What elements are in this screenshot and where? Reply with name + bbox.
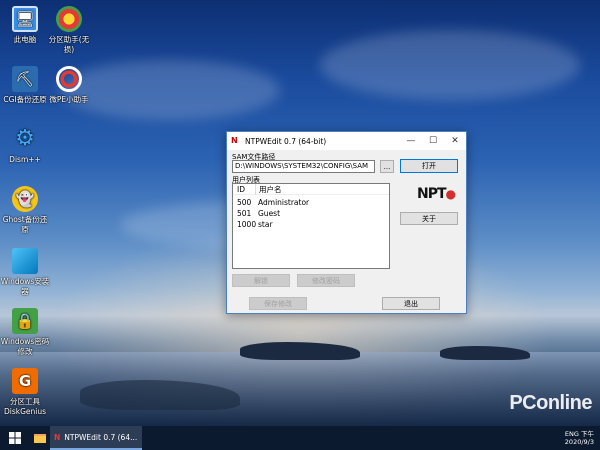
about-button[interactable]: 关于 — [400, 212, 458, 225]
desktop-icon-label: 分区助手(无损) — [48, 35, 90, 54]
desktop-icon-label: Dism++ — [9, 155, 41, 164]
rock — [440, 346, 530, 360]
file-explorer-taskbar-button[interactable] — [30, 426, 50, 450]
rock — [240, 342, 360, 360]
table-row[interactable]: 1000 star — [233, 219, 389, 230]
desktop-icon-label: Ghost备份还原 — [2, 215, 48, 234]
padlock-icon: 🔒 — [12, 308, 38, 334]
folder-icon — [34, 433, 46, 443]
window-titlebar[interactable]: N NTPWEdit 0.7 (64-bit) — ☐ ✕ — [227, 132, 466, 150]
ntpwedit-logo: NPT● — [417, 186, 457, 202]
clock-time[interactable]: 下午 — [581, 430, 594, 438]
windows-installer-icon — [12, 248, 38, 274]
desktop-icon-partition-assistant[interactable]: 分区助手(无损) — [44, 6, 94, 55]
taskbar: N NTPWEdit 0.7 (64... ENG 下午 2020/9/3 — [0, 426, 600, 450]
desktop-icon-dism[interactable]: ⚙ Dism++ — [0, 126, 50, 165]
desktop-icon-this-pc[interactable]: 🖥 此电脑 — [0, 6, 50, 45]
start-button[interactable] — [0, 426, 30, 450]
taskbar-item-label: NTPWEdit 0.7 (64... — [64, 432, 138, 442]
needle-icon: ● — [445, 187, 457, 201]
column-id[interactable]: ID — [233, 185, 255, 194]
minimize-icon[interactable]: — — [400, 132, 422, 150]
change-password-button[interactable]: 修改密码 — [297, 274, 355, 287]
user-id: 501 — [237, 209, 252, 218]
column-username[interactable]: 用户名 — [255, 183, 389, 195]
clock-date[interactable]: 2020/9/3 — [565, 438, 594, 446]
watermark: PConline — [509, 392, 592, 414]
unlock-button[interactable]: 解锁 — [232, 274, 290, 287]
close-icon[interactable]: ✕ — [444, 132, 466, 150]
logo-text: NPT — [417, 186, 447, 202]
windows-logo-icon — [9, 432, 21, 444]
computer-icon: 🖥 — [12, 6, 38, 32]
cloud — [320, 30, 580, 100]
user-name: star — [258, 220, 273, 229]
desktop-icon-cgi-backup[interactable]: ⛏ CGI备份还原 — [0, 66, 50, 105]
table-row[interactable]: 501 Guest — [233, 208, 389, 219]
cgi-backup-icon: ⛏ — [12, 66, 38, 92]
user-id: 500 — [237, 198, 252, 207]
desktop-icon-diskgenius[interactable]: G 分区工具DiskGenius — [0, 368, 50, 417]
partition-assistant-icon — [56, 6, 82, 32]
ntpwedit-window[interactable]: N NTPWEdit 0.7 (64-bit) — ☐ ✕ SAM文件路径 D:… — [226, 131, 467, 314]
ntpwedit-app-icon: N — [54, 432, 61, 442]
browse-button[interactable]: ... — [380, 160, 394, 173]
desktop-icon-ghost[interactable]: 👻 Ghost备份还原 — [0, 186, 50, 235]
ime-indicator[interactable]: ENG — [565, 430, 579, 438]
table-row[interactable]: 500 Administrator — [233, 197, 389, 208]
desktop-icon-pe-helper[interactable]: 微PE小助手 — [44, 66, 94, 105]
window-title: NTPWEdit 0.7 (64-bit) — [245, 136, 327, 146]
taskbar-item-ntpwedit[interactable]: N NTPWEdit 0.7 (64... — [50, 426, 142, 450]
desktop-icon-label: 微PE小助手 — [49, 95, 89, 104]
gears-icon: ⚙ — [15, 126, 35, 151]
user-name: Administrator — [258, 198, 310, 207]
user-list-header: ID 用户名 — [233, 183, 389, 195]
sam-path-input[interactable]: D:\WINDOWS\SYSTEM32\CONFIG\SAM — [232, 160, 375, 173]
user-name: Guest — [258, 209, 281, 218]
desktop-icon-label: CGI备份还原 — [3, 95, 47, 104]
ntpwedit-app-icon: N — [231, 136, 238, 145]
desktop-icon-label: Windows密码修改 — [0, 337, 50, 356]
save-changes-button[interactable]: 保存修改 — [249, 297, 307, 310]
desktop-icon-label: 分区工具DiskGenius — [3, 397, 47, 416]
system-tray[interactable]: ENG 下午 2020/9/3 — [565, 430, 600, 446]
desktop-icon-windows-password[interactable]: 🔒 Windows密码修改 — [0, 308, 50, 357]
desktop-icon-windows-installer[interactable]: Windows安装器 — [0, 248, 50, 297]
desktop-icon-label: Windows安装器 — [0, 277, 50, 296]
open-button[interactable]: 打开 — [400, 159, 458, 173]
diskgenius-icon: G — [12, 368, 38, 394]
user-id: 1000 — [237, 220, 257, 229]
ghost-icon: 👻 — [12, 186, 38, 212]
user-list[interactable]: ID 用户名 500 Administrator 501 Guest 1000 … — [232, 183, 390, 269]
maximize-icon[interactable]: ☐ — [422, 132, 444, 150]
desktop-icon-label: 此电脑 — [13, 35, 37, 44]
lifebuoy-icon — [56, 66, 82, 92]
exit-button[interactable]: 退出 — [382, 297, 440, 310]
